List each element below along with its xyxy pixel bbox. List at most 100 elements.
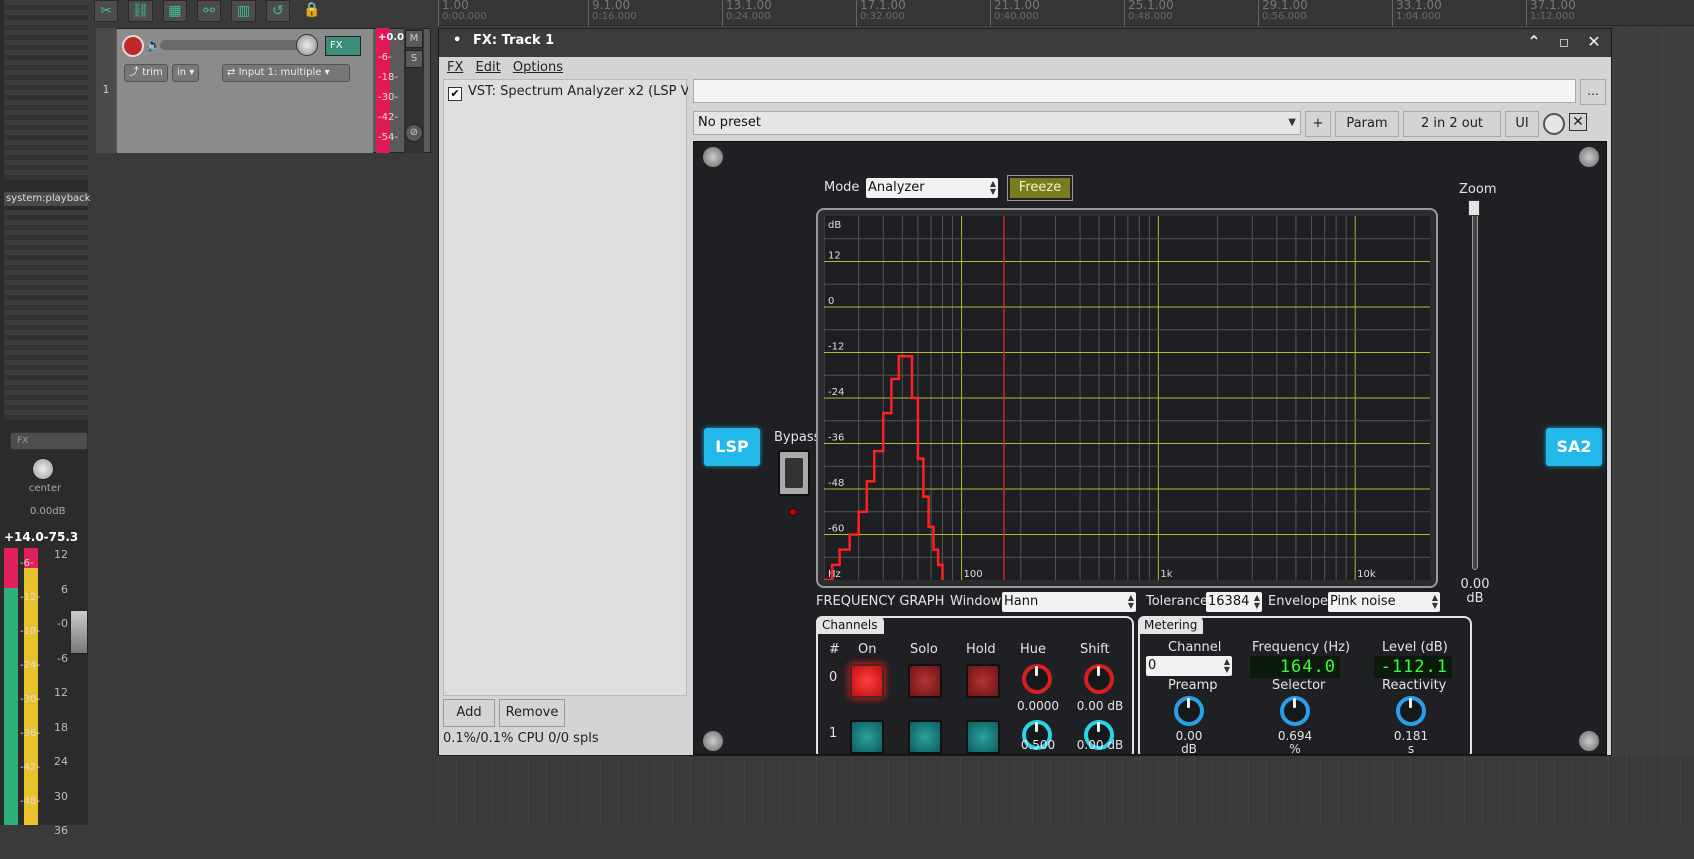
channel-0-hold-button[interactable] (966, 664, 1000, 698)
channel-0-solo-button[interactable] (908, 664, 942, 698)
master-meter-mark: -48- (20, 796, 40, 807)
preset-name-input[interactable] (693, 79, 1576, 103)
reactivity-label: Reactivity (1382, 678, 1447, 693)
link-icon[interactable]: ⛓ (128, 0, 153, 22)
spinner-icon: ▲ ▼ (1431, 593, 1438, 610)
fx-enable-checkbox[interactable]: ✔ (448, 87, 462, 101)
mute-button[interactable]: M (405, 30, 423, 48)
meter-level-display: -112.1 (1374, 656, 1452, 678)
fx-titlebar[interactable]: • FX: Track 1 ⌃ ◻ ✕ (439, 29, 1611, 57)
lsp-logo[interactable]: LSP (704, 428, 760, 466)
bypass-switch[interactable] (778, 450, 810, 496)
master-meter-left (4, 548, 18, 825)
grid-icon[interactable]: ▦ (162, 0, 187, 22)
track-fx-button[interactable]: FX (325, 36, 361, 56)
tolerance-select[interactable]: 16384 ▲ ▼ (1206, 592, 1262, 612)
window-select[interactable]: Hann ▲ ▼ (1002, 592, 1136, 612)
timeline-ruler[interactable]: 1.00 0:00.000 9.1.00 0:16.000 13.1.00 0:24.00… (438, 0, 1694, 26)
master-scale-tick: -6 (57, 651, 68, 665)
io-routing-button[interactable]: 2 in 2 out (1403, 111, 1501, 137)
y-tick-label: -48 (828, 478, 844, 489)
ruler-mark: 33.1.00 1:04.000 (1392, 0, 1442, 26)
sa2-logo[interactable]: SA2 (1546, 428, 1602, 466)
snap-icon[interactable]: ⚯ (196, 0, 222, 22)
y-tick-label: -36 (828, 433, 844, 444)
channel-0-on-button[interactable] (850, 664, 884, 698)
preset-select[interactable]: No preset ▼ (693, 111, 1301, 135)
master-scale-tick: 18 (54, 720, 68, 734)
minimize-icon[interactable]: ⌃ (1523, 31, 1545, 53)
frequency-graph[interactable]: 12 0 -12 -24 -36 -48 -60 100 1k 10k dB Hz (816, 208, 1438, 588)
track-pan-knob[interactable] (296, 34, 318, 56)
channel-0-hue-knob[interactable] (1022, 664, 1052, 694)
zoom-slider-thumb[interactable] (1468, 200, 1480, 216)
preset-more-button[interactable]: ... (1580, 79, 1606, 105)
reactivity-knob[interactable] (1396, 696, 1426, 726)
fx-chain-list[interactable]: ✔ VST: Spectrum Analyzer x2 (LSP VST) (443, 79, 688, 696)
menu-fx[interactable]: FX (447, 57, 463, 79)
meter-frequency-display: 164.0 (1250, 656, 1340, 678)
channel-1-solo-button[interactable] (908, 720, 942, 754)
mode-select[interactable]: Analyzer ▲ ▼ (866, 178, 998, 198)
phase-icon[interactable]: ⊘ (405, 124, 423, 142)
wet-mix-knob[interactable] (1543, 113, 1565, 135)
master-pan-knob[interactable] (32, 458, 54, 480)
track-volume-fader[interactable] (160, 40, 300, 50)
master-peak-label: +14.0-75.3 (4, 530, 79, 544)
y-tick-label: 0 (828, 296, 834, 307)
zoom-label: Zoom (1459, 182, 1497, 197)
master-pan-label: center (28, 483, 62, 494)
fx-chain-item[interactable]: ✔ VST: Spectrum Analyzer x2 (LSP VST) (448, 84, 688, 102)
envelope-select[interactable]: Pink noise ▲ ▼ (1328, 592, 1440, 612)
master-volume-fader[interactable] (70, 610, 88, 654)
add-fx-button[interactable]: Add (443, 699, 495, 727)
meter-level-label: Level (dB) (1382, 640, 1448, 655)
remove-fx-button[interactable]: Remove (499, 699, 565, 727)
window-menu-icon[interactable]: • (453, 33, 461, 48)
channel-1-on-button[interactable] (850, 720, 884, 754)
fx-chain-item-label: VST: Spectrum Analyzer x2 (LSP VST) (468, 84, 688, 99)
ui-button[interactable]: UI (1505, 111, 1539, 137)
metronome-icon[interactable]: ▥ (231, 0, 256, 22)
close-icon[interactable]: ✕ (1583, 31, 1605, 53)
x-tick-label: 100 (964, 569, 983, 580)
channel-1-hue-value: 0.500 (1020, 738, 1056, 752)
selector-knob[interactable] (1280, 696, 1310, 726)
bypass-label: Bypass (774, 430, 821, 445)
channel-1-hold-button[interactable] (966, 720, 1000, 754)
channel-header-hue: Hue (1020, 642, 1047, 657)
channel-0-shift-knob[interactable] (1084, 664, 1114, 694)
freeze-button[interactable]: Freeze (1008, 176, 1072, 200)
lock-icon[interactable]: 🔒 (300, 0, 324, 22)
frequency-graph-label: FREQUENCY GRAPH (816, 594, 945, 609)
input-select[interactable]: ⇄ Input 1: multiple ▾ (222, 64, 350, 82)
bypass-fx-icon[interactable]: ✕ (1569, 113, 1587, 131)
cut-icon[interactable]: ✂ (94, 0, 119, 22)
mute-solo-column: M S ⊘ (404, 28, 424, 153)
ruler-mark: 21.1.00 0:40.000 (990, 0, 1040, 26)
menu-edit[interactable]: Edit (476, 57, 501, 79)
param-button[interactable]: Param (1335, 111, 1399, 137)
menu-options[interactable]: Options (513, 57, 563, 79)
master-scale-tick: 30 (54, 789, 68, 803)
screw-icon (702, 146, 724, 168)
solo-button[interactable]: S (405, 50, 423, 68)
maximize-icon[interactable]: ◻ (1553, 31, 1575, 53)
mode-label: Mode (824, 180, 860, 195)
preset-row-top: ... (693, 79, 1607, 105)
meter-channel-select[interactable]: 0 ▲ ▼ (1146, 656, 1232, 676)
zoom-slider[interactable] (1472, 200, 1478, 570)
master-fx-button[interactable]: FX (10, 432, 88, 450)
y-tick-label: 12 (828, 251, 841, 262)
meter-frequency-label: Frequency (Hz) (1252, 640, 1351, 655)
add-preset-button[interactable]: + (1305, 111, 1331, 137)
loop-icon[interactable]: ↺ (265, 0, 290, 22)
spinner-icon: ▲ ▼ (989, 179, 996, 196)
ruler-mark: 37.1.00 1:12.000 (1526, 0, 1576, 26)
preamp-knob[interactable] (1174, 696, 1204, 726)
y-tick-label: -24 (828, 387, 844, 398)
x-tick-label: 10k (1357, 569, 1376, 580)
input-monitor-button[interactable]: in ▾ (172, 64, 200, 82)
record-arm-button[interactable] (122, 35, 144, 57)
trim-button[interactable]: ⤴ trim (124, 64, 168, 82)
